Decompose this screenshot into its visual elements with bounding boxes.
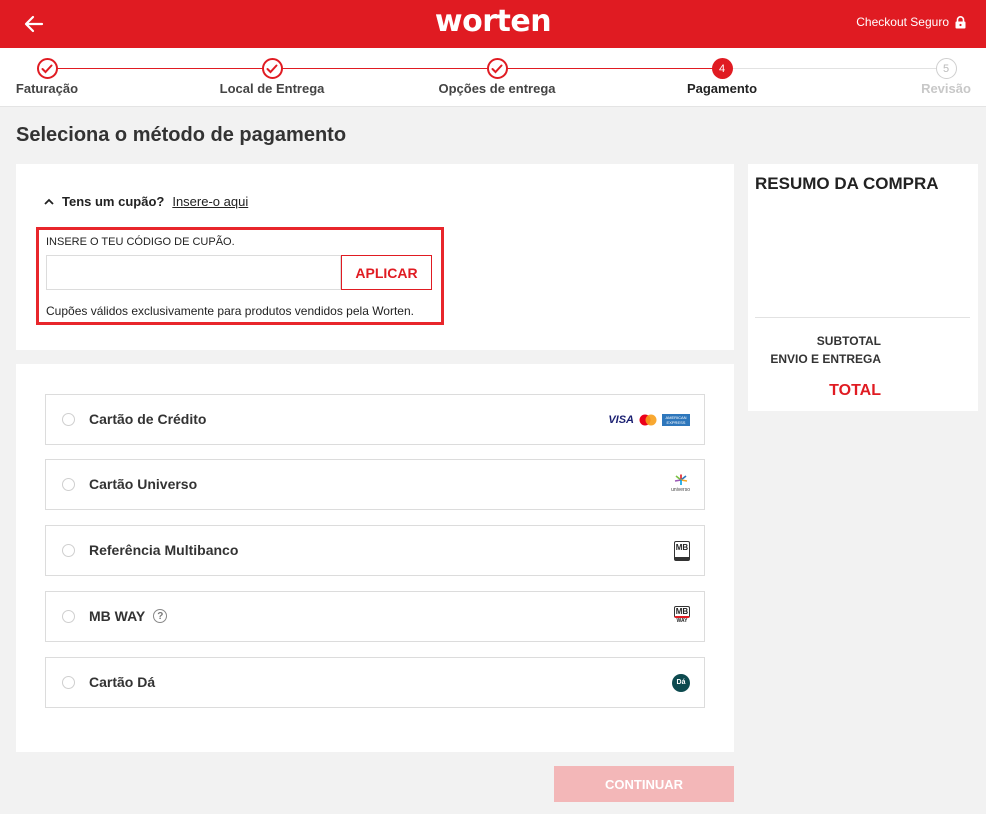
top-header: worten Checkout Seguro	[0, 0, 986, 48]
multibanco-logo: MB	[674, 541, 690, 561]
secure-checkout: Checkout Seguro	[856, 15, 966, 29]
mastercard-icon	[639, 414, 657, 426]
visa-logo: VISA	[608, 414, 634, 426]
step-label: Faturação	[15, 81, 79, 96]
total-label: TOTAL	[829, 382, 881, 399]
coupon-input-label: INSERE O TEU CÓDIGO DE CUPÃO.	[46, 236, 235, 248]
radio-button[interactable]	[62, 610, 75, 623]
lock-icon	[955, 15, 966, 28]
check-icon	[36, 58, 58, 79]
step-label: Opções de entrega	[438, 81, 556, 96]
payment-option-cartao-credito[interactable]: Cartão de Crédito VISA AMERICAN EXPRESS	[45, 394, 705, 445]
radio-button[interactable]	[62, 544, 75, 557]
payment-option-cartao-da[interactable]: Cartão Dá Dá	[45, 657, 705, 708]
payment-option-label: MB WAY	[89, 608, 146, 624]
secure-checkout-label: Checkout Seguro	[856, 15, 949, 29]
help-icon[interactable]: ?	[153, 609, 168, 623]
step-local-entrega[interactable]: Local de Entrega	[202, 58, 342, 96]
check-icon	[261, 58, 283, 79]
mbway-way-text: WAY	[676, 618, 688, 624]
mbway-mb-text: MB	[674, 606, 690, 618]
payment-methods-card: Cartão de Crédito VISA AMERICAN EXPRESS …	[16, 364, 734, 752]
checkout-stepper: Faturação Local de Entrega Opções de ent…	[0, 48, 986, 107]
radio-button[interactable]	[62, 676, 75, 689]
order-summary: RESUMO DA COMPRA SUBTOTAL ENVIO E ENTREG…	[748, 164, 978, 411]
mbway-icon: MB WAY	[674, 606, 690, 628]
step-revisao: 5 Revisão	[876, 58, 986, 96]
radio-button[interactable]	[62, 478, 75, 491]
continue-button[interactable]: CONTINUAR	[554, 766, 734, 802]
universo-star-icon	[674, 474, 687, 485]
chevron-up-icon[interactable]	[44, 198, 54, 206]
coupon-question: Tens um cupão?	[62, 194, 165, 209]
payment-option-label: Cartão de Crédito	[89, 411, 207, 427]
payment-option-cartao-universo[interactable]: Cartão Universo universo	[45, 459, 705, 510]
shipping-label: ENVIO E ENTREGA	[770, 352, 881, 366]
coupon-form: INSERE O TEU CÓDIGO DE CUPÃO. APLICAR Cu…	[36, 227, 444, 325]
step-opcoes-entrega[interactable]: Opções de entrega	[427, 58, 567, 96]
payment-option-mbway[interactable]: MB WAY ? MB WAY	[45, 591, 705, 642]
step-faturacao[interactable]: Faturação	[0, 58, 117, 96]
payment-option-label: Referência Multibanco	[89, 542, 239, 558]
step-label: Revisão	[921, 81, 971, 96]
cartao-da-logo: Dá	[672, 674, 690, 692]
universo-logo-text: universo	[671, 487, 690, 493]
payment-option-referencia-multibanco[interactable]: Referência Multibanco MB	[45, 525, 705, 576]
apply-coupon-button[interactable]: APLICAR	[341, 255, 432, 290]
universo-icon: universo	[671, 474, 690, 496]
payment-option-label: Cartão Dá	[89, 674, 156, 690]
step-number: 4	[711, 58, 733, 79]
step-label: Local de Entrega	[219, 81, 325, 96]
step-number: 5	[935, 58, 957, 79]
divider	[755, 317, 970, 318]
page-title: Seleciona o método de pagamento	[16, 124, 347, 146]
coupon-code-input[interactable]	[46, 255, 341, 290]
radio-button[interactable]	[62, 413, 75, 426]
card-brands-icon: VISA AMERICAN EXPRESS	[608, 409, 690, 431]
coupon-toggle[interactable]: Tens um cupão? Insere-o aqui	[44, 194, 248, 209]
step-pagamento: 4 Pagamento	[652, 58, 792, 96]
multibanco-icon: MB	[674, 540, 690, 562]
coupon-note: Cupões válidos exclusivamente para produ…	[46, 304, 414, 318]
worten-logo[interactable]: worten	[0, 4, 986, 39]
check-icon	[486, 58, 508, 79]
coupon-card: Tens um cupão? Insere-o aqui INSERE O TE…	[16, 164, 734, 350]
summary-title: RESUMO DA COMPRA	[755, 174, 939, 193]
stepper-progress-line	[47, 68, 722, 69]
coupon-link[interactable]: Insere-o aqui	[172, 194, 248, 209]
cartao-da-icon: Dá	[672, 672, 690, 694]
subtotal-label: SUBTOTAL	[816, 334, 881, 348]
amex-logo: AMERICAN EXPRESS	[662, 414, 690, 426]
step-label: Pagamento	[686, 81, 758, 96]
payment-option-label: Cartão Universo	[89, 476, 198, 492]
